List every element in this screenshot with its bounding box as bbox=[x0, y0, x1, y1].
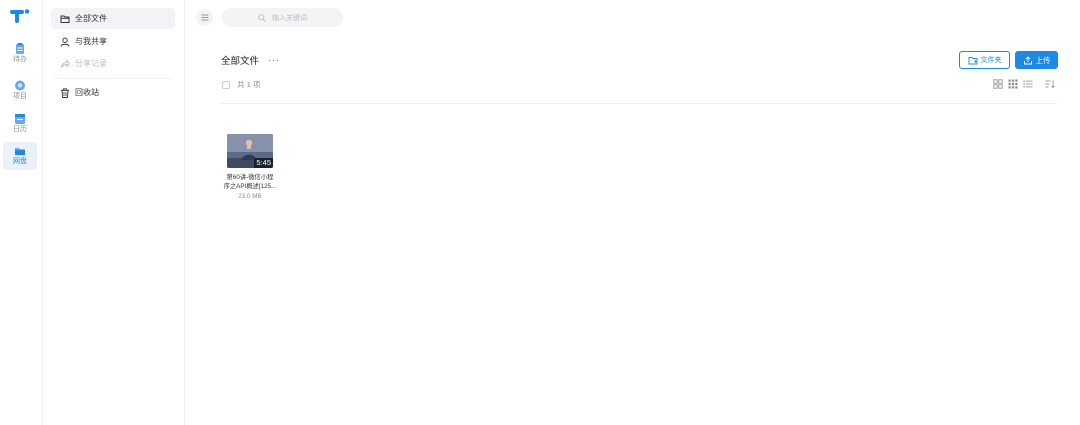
upload-label: 上传 bbox=[1035, 55, 1051, 65]
rail-item-calendar[interactable]: 日历 bbox=[3, 110, 37, 138]
user-icon bbox=[60, 37, 70, 47]
sidebar-label-all-files: 全部文件 bbox=[75, 14, 107, 23]
select-all-checkbox[interactable] bbox=[222, 80, 230, 89]
drive-sidebar: 全部文件 与我共享 分享记录 回收站 bbox=[44, 0, 185, 425]
trash-icon bbox=[61, 87, 69, 98]
calendar-icon bbox=[15, 114, 25, 124]
menu-icon bbox=[201, 14, 208, 21]
file-name: 第60讲-微信小程 序之API概述[125... bbox=[221, 173, 279, 191]
folder-icon bbox=[60, 15, 70, 23]
view-tools bbox=[993, 79, 1060, 89]
sort-icon[interactable] bbox=[1045, 79, 1055, 89]
upload-button[interactable]: 上传 bbox=[1015, 51, 1058, 69]
todo-icon bbox=[16, 43, 24, 54]
video-duration: 5:45 bbox=[254, 158, 273, 168]
rail-label-project: 项目 bbox=[13, 93, 27, 100]
sidebar-item-trash[interactable]: 回收站 bbox=[51, 82, 175, 103]
app-logo[interactable] bbox=[9, 8, 31, 24]
rail-label-drive: 网盘 bbox=[13, 158, 27, 165]
list-view-icon[interactable] bbox=[1023, 79, 1033, 89]
grid-large-view-icon[interactable] bbox=[993, 79, 1003, 89]
search-input[interactable]: 输入关键词 bbox=[222, 8, 343, 27]
page-title: 全部文件 ··· bbox=[221, 53, 280, 67]
search-icon bbox=[258, 13, 266, 22]
select-all-row: 共 1 项 bbox=[222, 79, 260, 90]
file-name-line-1: 第60讲-微信小程 bbox=[226, 174, 274, 181]
item-count: 共 1 项 bbox=[237, 80, 261, 89]
page-title-text: 全部文件 bbox=[221, 56, 260, 67]
more-options-button[interactable]: ··· bbox=[268, 55, 280, 65]
file-card[interactable]: 5:45 第60讲-微信小程 序之API概述[125... 23.0 MB bbox=[221, 128, 279, 201]
video-thumbnail[interactable]: 5:45 bbox=[227, 134, 273, 168]
file-size: 23.0 MB bbox=[238, 193, 262, 200]
sidebar-item-share-history[interactable]: 分享记录 bbox=[51, 53, 175, 74]
rail-label-todo: 待办 bbox=[13, 56, 27, 63]
rail-item-project[interactable]: 项目 bbox=[3, 77, 37, 105]
file-name-line-2: 序之API概述[125... bbox=[223, 183, 277, 190]
sidebar-label-shared-with-me: 与我共享 bbox=[75, 37, 107, 46]
share-icon bbox=[60, 58, 70, 68]
rail-item-drive[interactable]: 网盘 bbox=[3, 142, 37, 170]
project-icon bbox=[15, 80, 25, 91]
rail-item-todo[interactable]: 待办 bbox=[3, 40, 37, 68]
grid-small-view-icon[interactable] bbox=[1008, 79, 1018, 89]
sidebar-item-shared-with-me[interactable]: 与我共享 bbox=[51, 31, 175, 52]
menu-toggle-button[interactable] bbox=[196, 9, 213, 26]
search-placeholder: 输入关键词 bbox=[272, 14, 307, 22]
sidebar-label-trash: 回收站 bbox=[75, 88, 99, 97]
cloud-drive-icon bbox=[15, 148, 25, 156]
header-divider bbox=[221, 103, 1057, 104]
rail-label-calendar: 日历 bbox=[13, 126, 27, 133]
sidebar-item-all-files[interactable]: 全部文件 bbox=[51, 8, 175, 29]
sidebar-label-share-history: 分享记录 bbox=[75, 59, 107, 68]
sidebar-divider bbox=[54, 78, 172, 79]
new-folder-button[interactable]: 文件夹 bbox=[959, 51, 1010, 69]
new-folder-label: 文件夹 bbox=[980, 57, 1002, 64]
app-rail: 待办 项目 日历 网盘 bbox=[0, 0, 43, 425]
upload-icon bbox=[1023, 55, 1032, 64]
new-folder-icon bbox=[968, 56, 977, 64]
